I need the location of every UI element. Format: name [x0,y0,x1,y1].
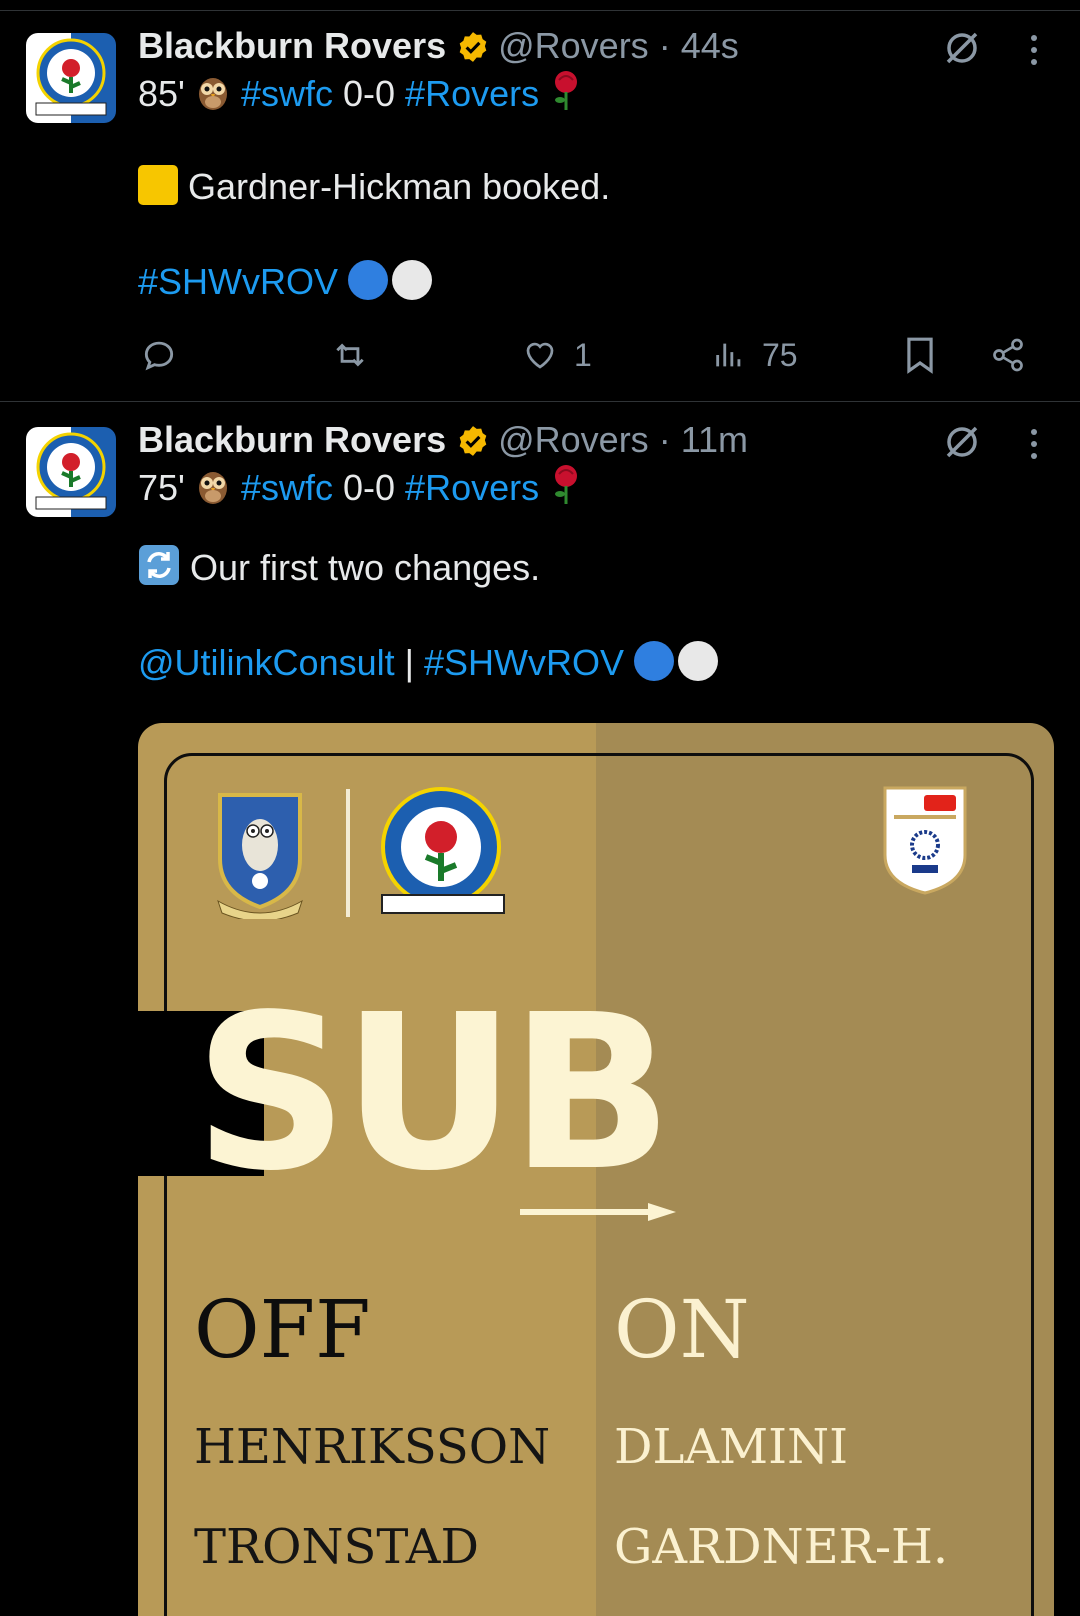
booking-text: Gardner-Hickman booked. [188,166,611,207]
yellow-card-icon [138,165,178,205]
repeat-arrows-icon [139,545,179,585]
pipe-separator: | [404,642,414,683]
match-score: 0-0 [343,467,396,508]
hashtag-shwvrov[interactable]: #SHWvROV [424,642,624,683]
separator-dot: · [648,419,681,460]
views-button[interactable]: 75 [712,330,798,380]
bookmark-button[interactable] [904,330,936,380]
rose-emoji-icon [555,71,578,110]
tweet-header: Blackburn Rovers @Rovers · 44s [138,24,739,68]
score-line: 85' #swfc 0-0 #Rovers [138,70,583,117]
author-handle[interactable]: @Rovers [498,419,649,460]
author-name[interactable]: Blackburn Rovers [138,25,446,66]
match-score: 0-0 [343,73,396,114]
off-label: OFF [194,1283,371,1376]
off-player: TRONSTAD [194,1519,479,1575]
mention-utilinkconsult[interactable]: @UtilinkConsult [138,642,395,683]
grok-icon[interactable] [942,28,982,68]
share-icon [993,338,1023,372]
owl-emoji-icon [198,78,227,110]
verified-badge-icon [459,32,487,62]
more-options-icon[interactable] [1030,34,1038,66]
match-minute: 85' [138,73,185,114]
retweet-button[interactable] [330,330,370,380]
tweet-body-line: Gardner-Hickman booked. [138,164,610,210]
avatar[interactable] [26,33,116,123]
crest-divider [346,789,350,917]
share-button[interactable] [990,330,1026,380]
tweet-time[interactable]: 11m [681,419,748,460]
match-minute: 75' [138,467,185,508]
grok-icon[interactable] [942,422,982,462]
blue-circle-icon [634,641,675,681]
blue-circle-icon [348,260,389,300]
heart-icon [526,342,554,369]
on-label: ON [614,1283,750,1376]
tweet-header: Blackburn Rovers @Rovers · 11m [138,418,748,462]
reply-button[interactable] [140,330,178,380]
hashtag-shwvrov[interactable]: #SHWvROV [138,261,338,302]
more-options-icon[interactable] [1030,428,1038,460]
blackburn-rovers-crest-logo [381,787,505,914]
tweet-actions: 1 75 [0,330,1080,380]
hashtag-swfc[interactable]: #swfc [241,467,333,508]
views-icon [716,343,741,367]
tweet-hashtags: #SHWvROV [138,259,433,305]
white-circle-icon [392,260,433,300]
bookmark-icon [907,337,933,374]
like-button[interactable]: 1 [522,330,592,380]
sub-headline: SUB [194,969,673,1218]
hashtag-rovers[interactable]: #Rovers [405,467,539,508]
rose-emoji-icon [555,465,578,504]
tweet-mentions: @UtilinkConsult | #SHWvROV [138,640,719,686]
views-count: 75 [762,336,798,373]
reply-icon [144,341,174,371]
media-image[interactable]: SUB OFF ON HENRIKSSON TRONSTAD DLAMINI G… [138,723,1054,1616]
author-handle[interactable]: @Rovers [498,25,649,66]
tweet-time[interactable]: 44s [681,25,739,66]
verified-badge-icon [459,426,487,456]
score-line: 75' #swfc 0-0 #Rovers [138,464,583,511]
sheffield-wednesday-crest-logo [217,793,303,919]
avatar[interactable] [26,427,116,517]
white-circle-icon [678,641,719,681]
owl-emoji-icon [198,472,227,504]
author-name[interactable]: Blackburn Rovers [138,419,446,460]
skybet-championship-badge-logo [883,786,967,895]
hashtag-swfc[interactable]: #swfc [241,73,333,114]
like-count: 1 [574,336,592,373]
retweet-icon [336,343,364,367]
tweet[interactable]: Blackburn Rovers @Rovers · 44s 85' #swfc … [0,0,1080,401]
tweet-body-line: Our first two changes. [138,544,540,591]
changes-text: Our first two changes. [190,547,541,588]
separator-dot: · [648,25,681,66]
on-player: GARDNER-H. [614,1519,949,1575]
on-player: DLAMINI [614,1419,849,1475]
off-player: HENRIKSSON [194,1419,551,1475]
hashtag-rovers[interactable]: #Rovers [405,73,539,114]
arrow-right-icon [520,1203,676,1221]
